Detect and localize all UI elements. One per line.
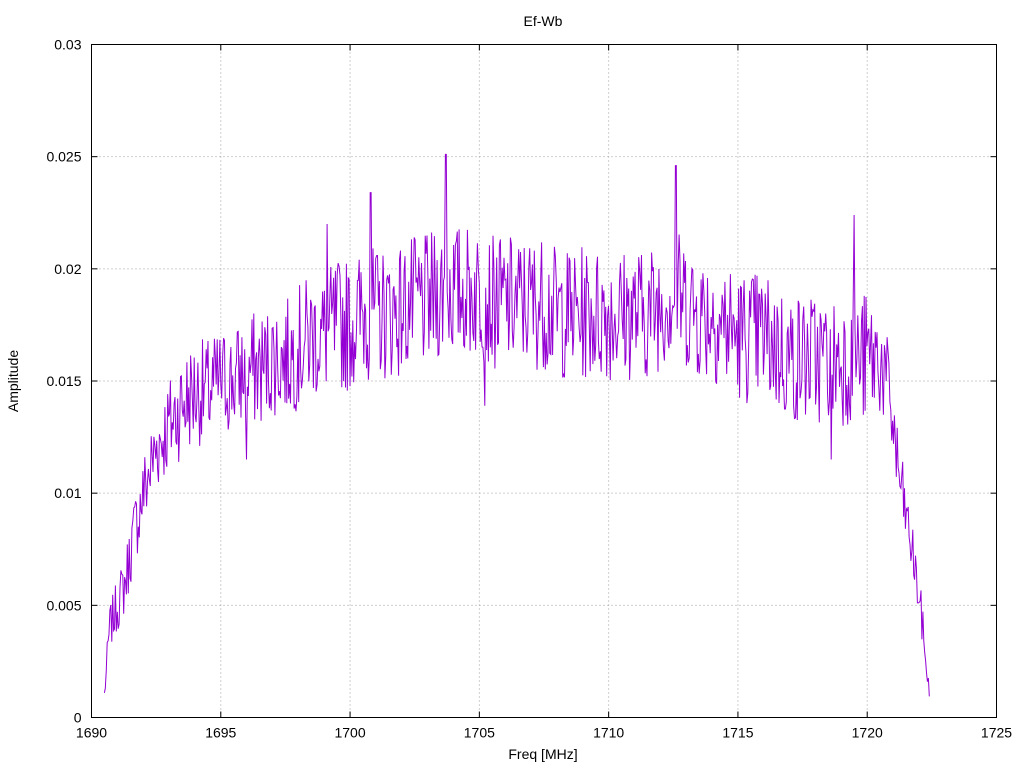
y-tick-label: 0.005 xyxy=(46,597,81,613)
x-tick-label: 1695 xyxy=(205,725,236,741)
x-tick-label: 1725 xyxy=(981,725,1012,741)
x-tick-label: 1710 xyxy=(593,725,624,741)
chart-title: Ef-Wb xyxy=(524,13,563,29)
x-tick-label: 1720 xyxy=(852,725,883,741)
series-line-0 xyxy=(103,153,930,697)
y-tick-label: 0.01 xyxy=(54,485,81,501)
y-tick-label: 0.03 xyxy=(54,37,81,53)
y-axis-label: Amplitude xyxy=(5,350,21,412)
x-tick-label: 1705 xyxy=(464,725,495,741)
y-tick-label: 0.025 xyxy=(46,149,81,165)
y-tick-label: 0.02 xyxy=(54,261,81,277)
plot-area xyxy=(103,153,930,697)
x-axis-label: Freq [MHz] xyxy=(508,746,577,762)
chart: Ef-Wb Freq [MHz] Amplitude 1690 1695 1700 1… xyxy=(5,13,1012,762)
x-tick-label: 1715 xyxy=(722,725,753,741)
x-tick-label: 1690 xyxy=(76,725,107,741)
y-tick-label: 0.015 xyxy=(46,373,81,389)
x-tick-label: 1700 xyxy=(334,725,365,741)
grid-lines xyxy=(91,44,997,718)
y-tick-label: 0 xyxy=(74,710,82,726)
